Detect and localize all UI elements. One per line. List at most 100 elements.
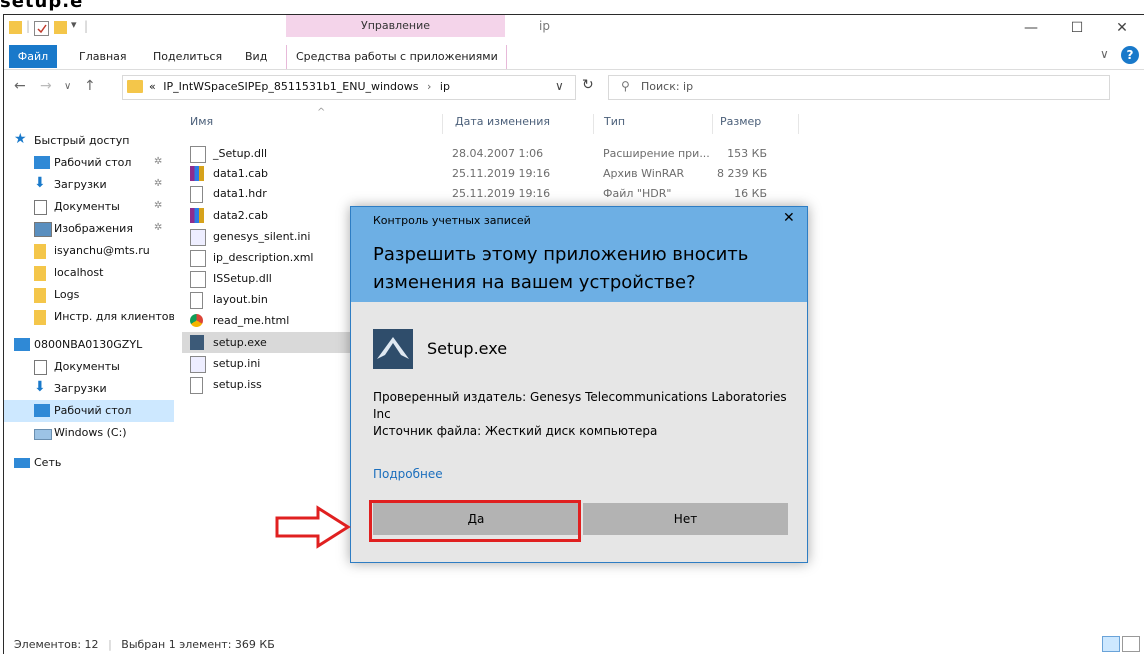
details-view-icon[interactable]: [1102, 636, 1120, 652]
star-icon: ★: [14, 131, 27, 147]
no-button[interactable]: Нет: [583, 503, 788, 535]
status-bar: Элементов: 12 | Выбран 1 элемент: 369 КБ: [14, 638, 275, 651]
breadcrumb-item[interactable]: IP_IntWSpaceSIPEp_8511531b1_ENU_windows: [163, 80, 418, 93]
column-size[interactable]: Размер: [720, 115, 761, 128]
xml-icon: [190, 250, 206, 267]
status-separator: |: [108, 638, 112, 651]
sidebar-item-downloads[interactable]: ⬇ Загрузки: [4, 378, 174, 400]
address-bar[interactable]: « IP_IntWSpaceSIPEp_8511531b1_ENU_window…: [122, 75, 576, 100]
file-icon: [190, 377, 203, 394]
back-arrow-icon[interactable]: ←: [14, 78, 26, 94]
downloads-icon: ⬇: [34, 379, 46, 395]
ribbon-tabs: Файл Главная Поделиться Вид Средства раб…: [4, 45, 1144, 70]
column-date[interactable]: Дата изменения: [455, 115, 550, 128]
separator: |: [84, 19, 89, 33]
large-icons-view-icon[interactable]: [1122, 636, 1140, 652]
tab-home[interactable]: Главная: [79, 47, 127, 67]
recent-dropdown-icon[interactable]: ∨: [64, 81, 71, 92]
more-details-link[interactable]: Подробнее: [373, 467, 443, 481]
sidebar-item-folder[interactable]: localhost: [4, 262, 174, 284]
pin-icon[interactable]: ✲: [154, 156, 162, 167]
tab-share[interactable]: Поделиться: [153, 47, 222, 67]
uac-caption: Контроль учетных записей: [373, 214, 531, 227]
sidebar-item-documents[interactable]: Документы: [4, 356, 174, 378]
address-dropdown-icon[interactable]: ∨: [555, 79, 564, 93]
sort-ascending-icon: ^: [317, 107, 326, 118]
drive-icon: [34, 429, 52, 440]
maximize-button[interactable]: ☐: [1054, 15, 1100, 45]
sidebar-item-downloads[interactable]: ⬇ Загрузки ✲: [4, 174, 174, 196]
file-row[interactable]: data1.cab 25.11.2019 19:16 Архив WinRAR …: [182, 163, 802, 184]
sidebar-item-documents[interactable]: Документы ✲: [4, 196, 174, 218]
sidebar-item-quick-access[interactable]: ★ Быстрый доступ: [0, 130, 154, 152]
arrow-icon: [274, 505, 354, 552]
setup-icon: [190, 335, 204, 350]
sidebar-item-folder[interactable]: Инстр. для клиентов: [4, 306, 174, 328]
sidebar-item-desktop[interactable]: Рабочий стол: [4, 400, 174, 422]
qat-dropdown-icon[interactable]: ▾: [71, 18, 77, 31]
column-type[interactable]: Тип: [604, 115, 625, 128]
window-title: ip: [539, 19, 550, 33]
pictures-icon: [34, 222, 52, 237]
file-icon: [190, 292, 203, 309]
documents-icon: [34, 360, 47, 375]
top-caption: setup.e: [0, 0, 84, 12]
column-divider[interactable]: [712, 114, 713, 134]
ribbon-expand-icon[interactable]: ∨: [1100, 47, 1109, 61]
manage-label[interactable]: Управление: [286, 15, 505, 37]
sidebar-item-drive[interactable]: Windows (C:): [4, 422, 174, 444]
tab-view[interactable]: Вид: [245, 47, 267, 67]
title-bar: | ▾ | Управление ip — ☐ ✕: [4, 15, 1144, 45]
desktop-icon: [34, 156, 50, 169]
sidebar-item-this-pc[interactable]: 0800NBA0130GZYL: [0, 334, 154, 356]
winrar-icon: [190, 208, 204, 223]
help-button[interactable]: ?: [1121, 46, 1139, 64]
new-folder-icon[interactable]: [54, 21, 67, 34]
highlight-box: [369, 500, 581, 542]
close-button[interactable]: ✕: [1099, 15, 1144, 45]
file-icon: [190, 186, 203, 203]
breadcrumb-item[interactable]: ip: [440, 80, 450, 93]
tab-file[interactable]: Файл: [9, 45, 57, 68]
search-box[interactable]: ⚲ Поиск: ip: [608, 75, 1110, 100]
sidebar-item-desktop[interactable]: Рабочий стол ✲: [4, 152, 174, 174]
ini-icon: [190, 229, 206, 246]
file-row-selected[interactable]: setup.exe: [182, 332, 357, 353]
publisher-text: Проверенный издатель: Genesys Telecommun…: [373, 390, 787, 421]
app-name: Setup.exe: [427, 339, 508, 358]
properties-icon[interactable]: [34, 21, 49, 36]
folder-icon: [34, 310, 46, 325]
source-text: Источник файла: Жесткий диск компьютера: [373, 424, 658, 438]
pin-icon[interactable]: ✲: [154, 200, 162, 211]
folder-icon: [127, 80, 143, 93]
ini-icon: [190, 356, 206, 373]
search-input[interactable]: Поиск: ip: [641, 80, 693, 93]
minimize-button[interactable]: —: [1008, 15, 1054, 45]
computer-icon: [14, 338, 30, 351]
file-row[interactable]: _Setup.dll 28.04.2007 1:06 Расширение пр…: [182, 143, 802, 164]
column-divider[interactable]: [593, 114, 594, 134]
file-row[interactable]: data1.hdr 25.11.2019 19:16 Файл "HDR" 16…: [182, 183, 802, 204]
search-icon: ⚲: [621, 79, 630, 93]
column-name[interactable]: Имя: [190, 115, 213, 128]
breadcrumb-overflow[interactable]: «: [149, 80, 156, 93]
column-divider[interactable]: [798, 114, 799, 134]
network-icon: [14, 458, 30, 468]
selection-info: Выбран 1 элемент: 369 КБ: [121, 638, 275, 651]
dll-icon: [190, 146, 206, 163]
column-divider[interactable]: [442, 114, 443, 134]
sidebar-item-folder[interactable]: Logs: [4, 284, 174, 306]
up-arrow-icon[interactable]: ↑: [84, 78, 96, 94]
pin-icon[interactable]: ✲: [154, 178, 162, 189]
tab-app-tools[interactable]: Средства работы с приложениями: [296, 47, 498, 67]
chrome-icon: [190, 314, 203, 327]
forward-arrow-icon[interactable]: →: [40, 78, 52, 94]
pin-icon[interactable]: ✲: [154, 222, 162, 233]
sidebar-item-network[interactable]: Сеть: [0, 452, 154, 474]
uac-header: Контроль учетных записей ✕ Разрешить это…: [351, 207, 807, 302]
uac-question: Разрешить этому приложению вносить измен…: [373, 244, 749, 293]
close-icon[interactable]: ✕: [783, 210, 795, 226]
sidebar-item-pictures[interactable]: Изображения ✲: [4, 218, 174, 240]
sidebar-item-folder[interactable]: isyanchu@mts.ru: [4, 240, 174, 262]
refresh-icon[interactable]: ↻: [582, 77, 594, 93]
